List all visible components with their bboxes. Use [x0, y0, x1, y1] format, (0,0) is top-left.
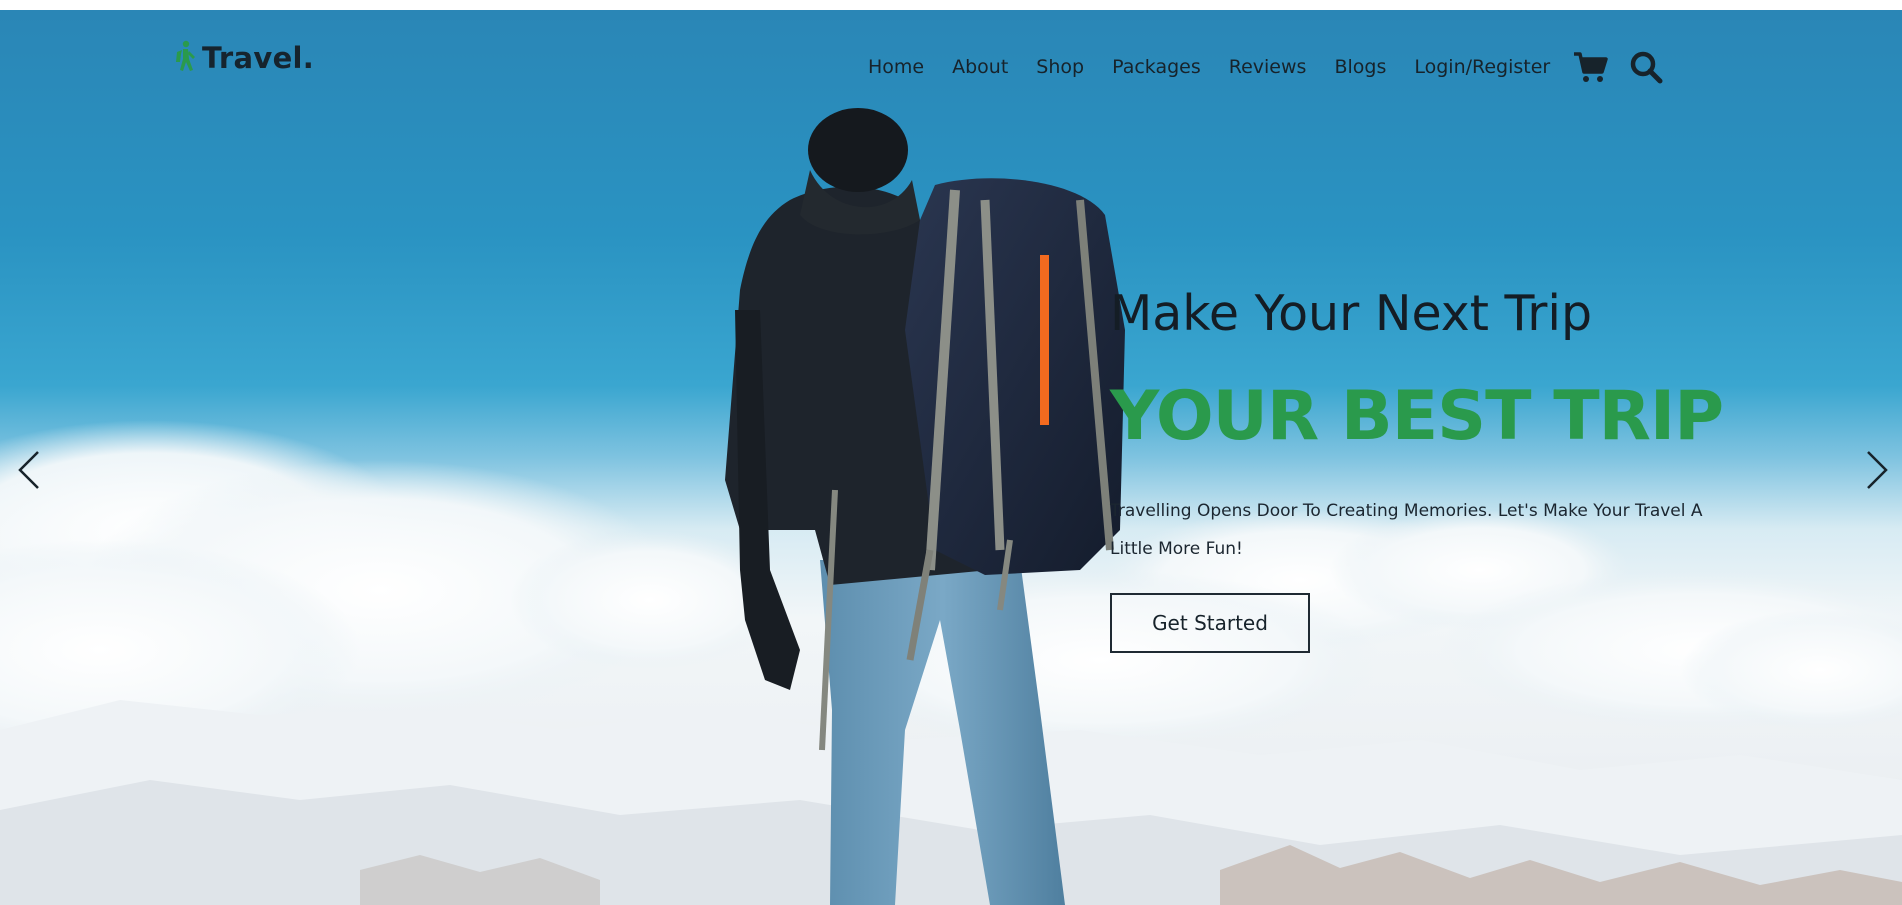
hero-description: Travelling Opens Door To Creating Memori… — [1110, 501, 1703, 559]
nav-blogs[interactable]: Blogs — [1334, 56, 1386, 78]
nav-login-register[interactable]: Login/Register — [1414, 56, 1550, 78]
top-strip — [0, 0, 1902, 10]
logo[interactable]: Travel. — [170, 40, 314, 76]
hero-background-image — [0, 108, 1902, 905]
chevron-left-icon[interactable] — [16, 448, 42, 492]
hiker-icon — [176, 40, 195, 71]
cart-icon[interactable] — [1572, 50, 1608, 84]
hero-highlight: YOUR BEST TRIP — [1110, 377, 1724, 456]
chevron-right-icon[interactable] — [1864, 448, 1890, 492]
hero-slider: Travel. Home About Shop Packages Reviews… — [0, 10, 1902, 905]
get-started-button[interactable]: Get Started — [1110, 593, 1310, 653]
search-icon[interactable] — [1628, 50, 1664, 84]
nav-reviews[interactable]: Reviews — [1229, 56, 1307, 78]
main-nav: Home About Shop Packages Reviews Blogs L… — [868, 50, 1684, 84]
nav-about[interactable]: About — [952, 56, 1008, 78]
nav-shop[interactable]: Shop — [1036, 56, 1084, 78]
nav-packages[interactable]: Packages — [1112, 56, 1201, 78]
hero-title: Make Your Next Trip — [1110, 285, 1593, 342]
logo-text: Travel. — [202, 41, 315, 75]
nav-home[interactable]: Home — [868, 56, 924, 78]
